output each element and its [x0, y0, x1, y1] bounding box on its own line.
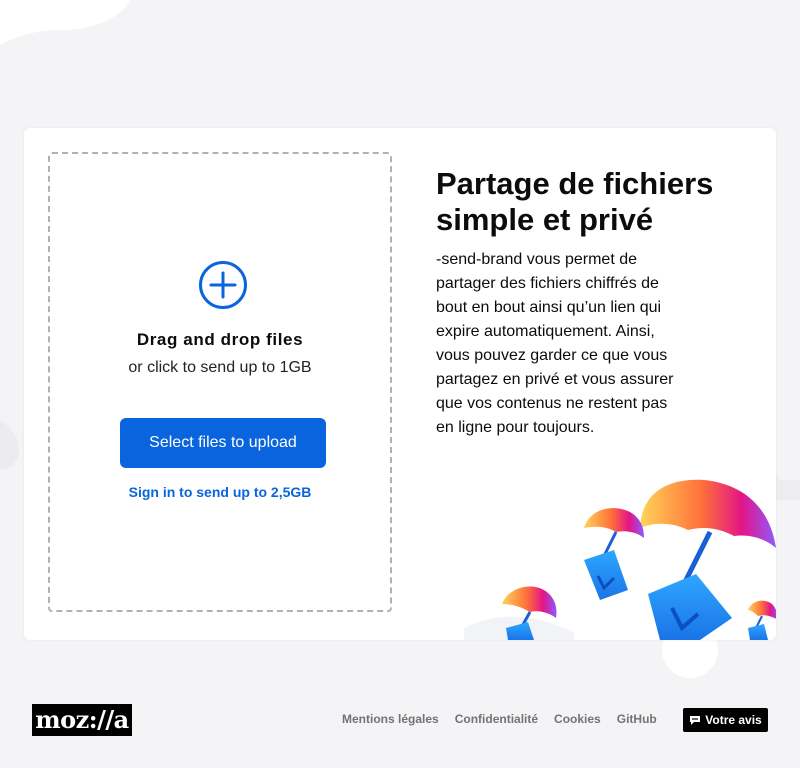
mozilla-logo[interactable]: moz://a [32, 704, 132, 736]
select-files-button[interactable]: Select files to upload [120, 418, 326, 468]
footer-link-legal[interactable]: Mentions légales [342, 712, 439, 726]
plus-circle-icon [199, 261, 247, 309]
feedback-button[interactable]: Votre avis [683, 708, 768, 732]
dropzone-subtitle: or click to send up to 1GB [128, 359, 312, 376]
footer-link-github[interactable]: GitHub [617, 712, 657, 726]
dropzone-title: Drag and drop files [136, 330, 304, 349]
intro-description: -send-brand vous permet de partager des … [436, 251, 674, 436]
footer-link-privacy[interactable]: Confidentialité [455, 712, 538, 726]
intro-title: Partage de fichiers simple et privé [436, 166, 714, 237]
footer-link-cookies[interactable]: Cookies [554, 712, 601, 726]
parachute-illustration [464, 479, 776, 640]
feedback-label: Votre avis [705, 713, 762, 727]
send-page: Drag and drop files or click to send up … [0, 0, 800, 768]
file-dropzone[interactable]: Drag and drop files or click to send up … [48, 152, 392, 612]
upload-card: Drag and drop files or click to send up … [24, 128, 776, 640]
footer-links: Mentions légales Confidentialité Cookies… [342, 712, 657, 726]
signin-link[interactable]: Sign in to send up to 2,5GB [50, 484, 390, 500]
speech-bubble-icon [690, 715, 701, 725]
